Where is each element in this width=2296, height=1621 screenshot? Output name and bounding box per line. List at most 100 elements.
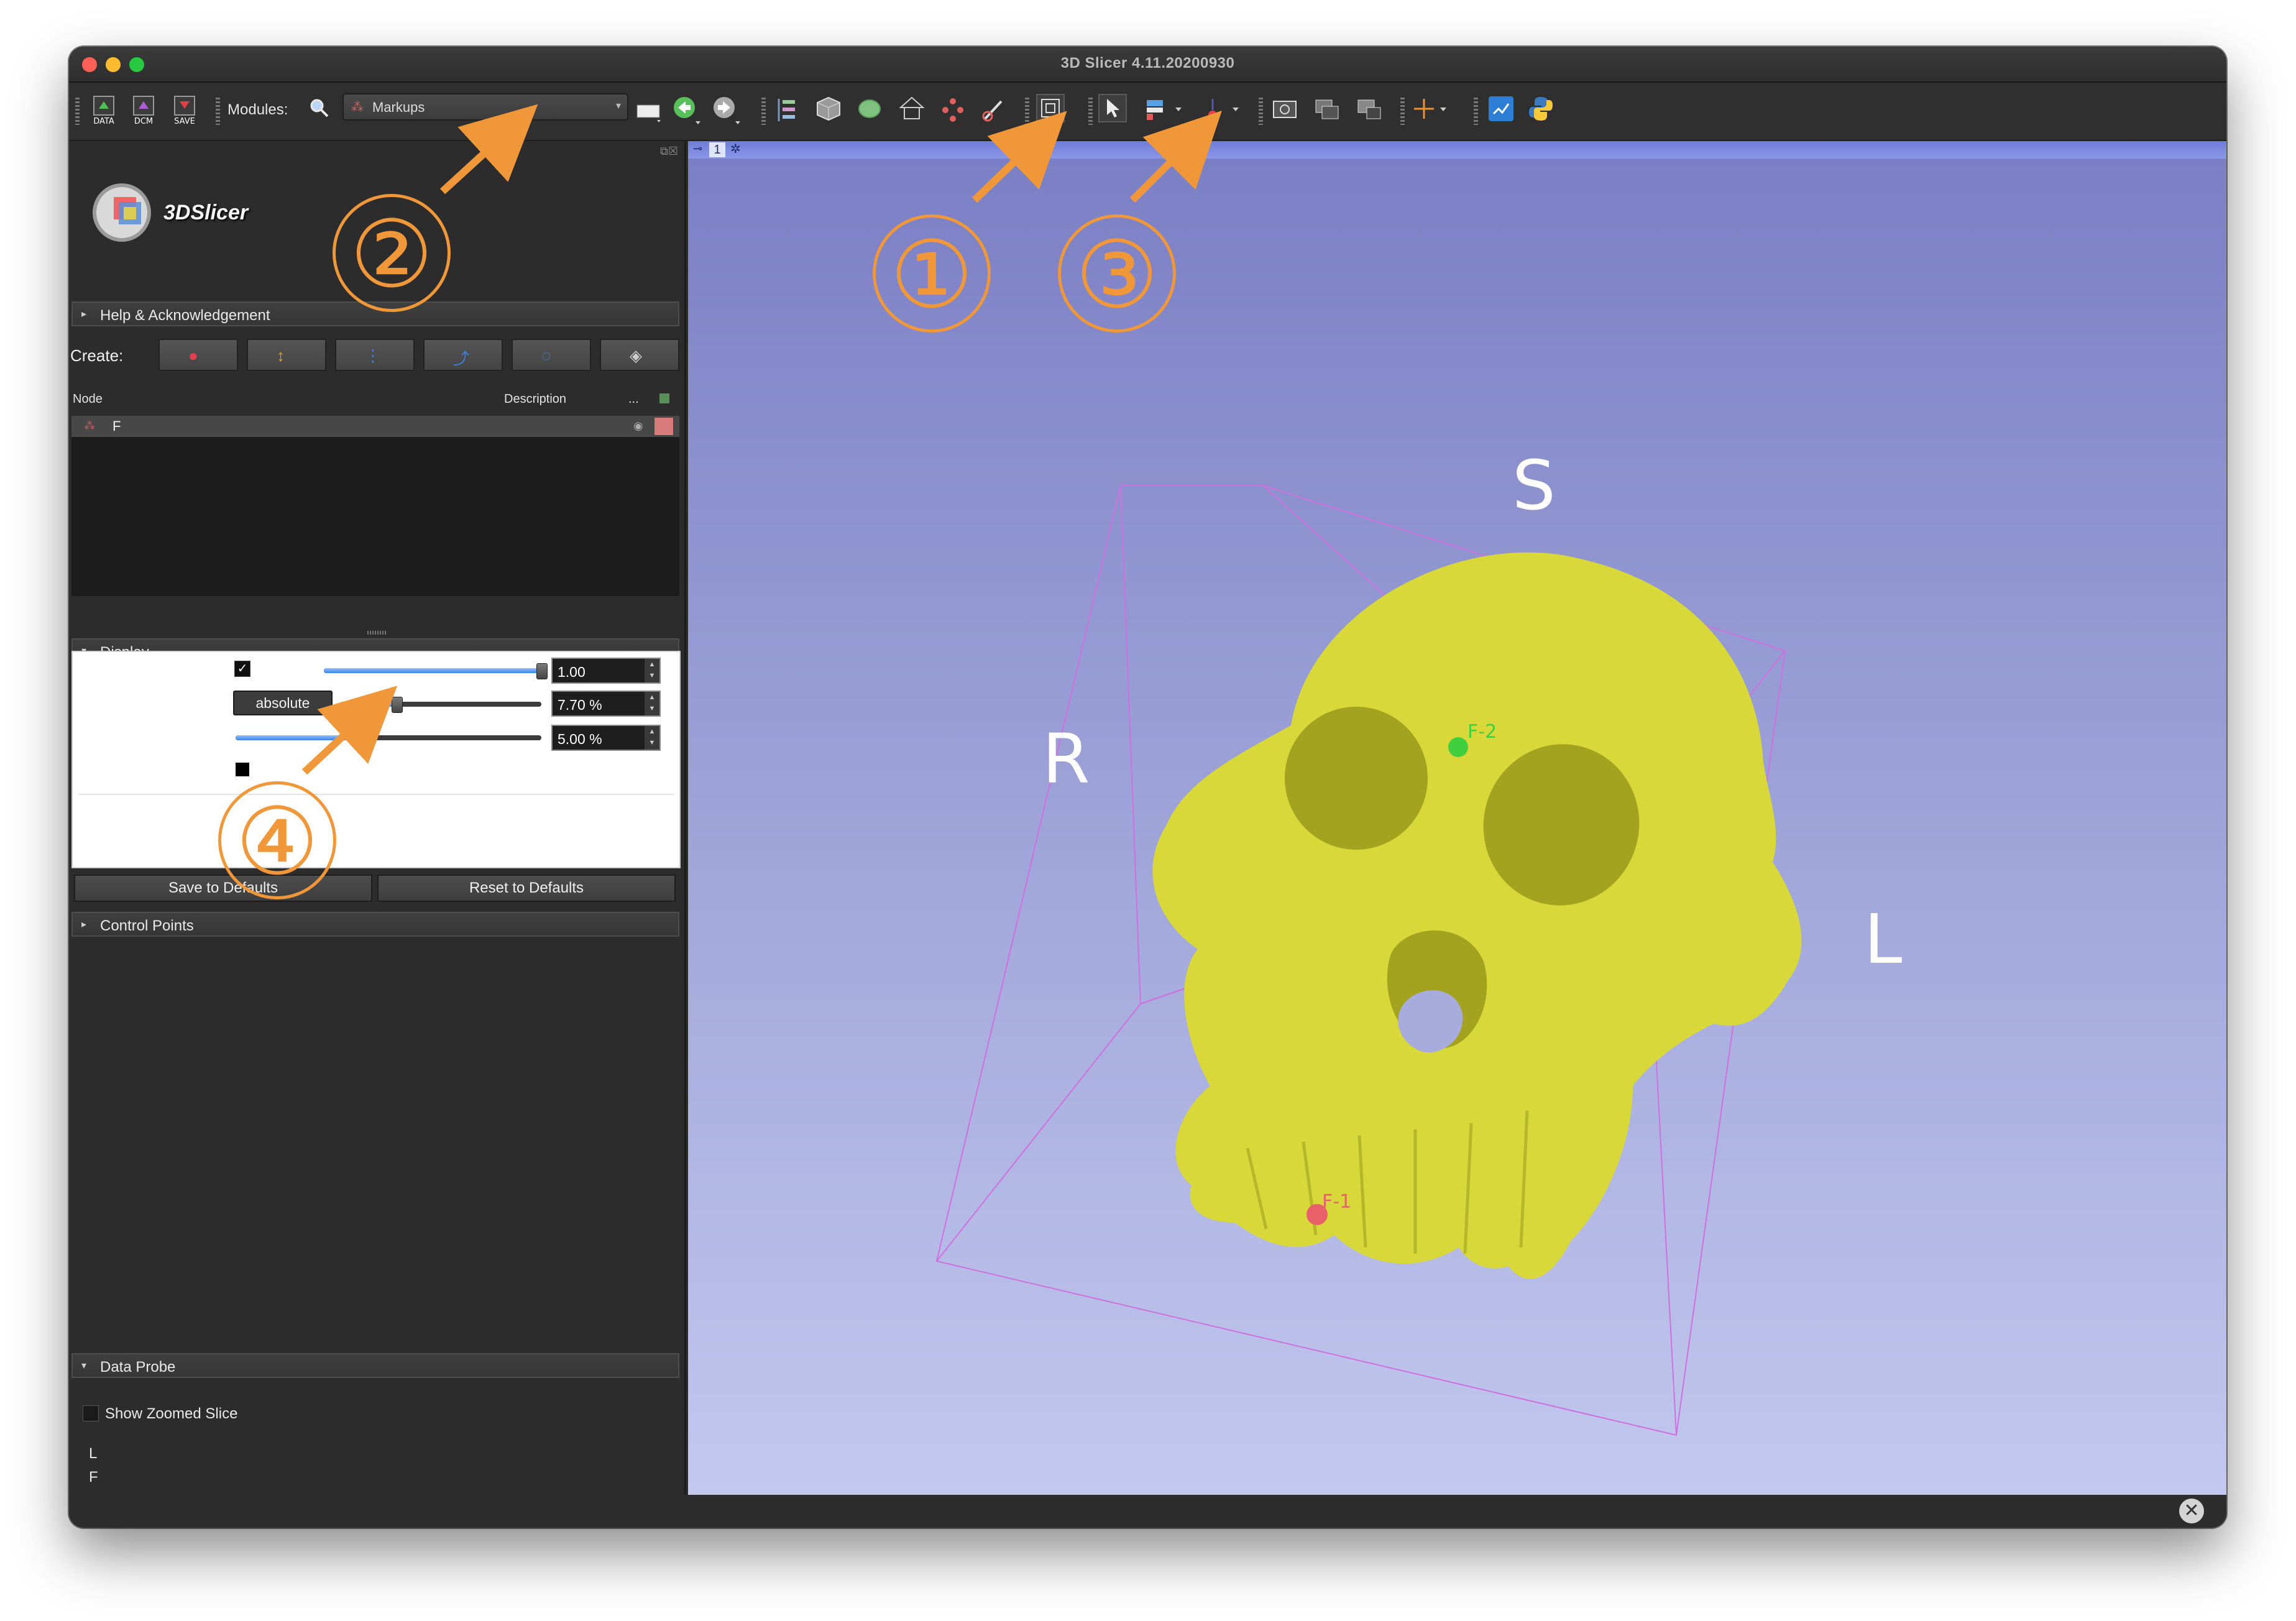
description-column-header[interactable]: Description (504, 392, 566, 406)
scale-mode-button[interactable]: absolute (233, 691, 333, 715)
glyph-scale-spinbox[interactable]: 7.70 % ▲ ▼ (551, 691, 661, 717)
save-icon[interactable]: SAVE (170, 94, 200, 129)
right-orientation-label: R (1042, 719, 1090, 799)
fiducial-place-mode-icon[interactable] (1144, 96, 1185, 127)
forward-arrow-icon[interactable] (712, 95, 743, 129)
visibility-eye-icon[interactable]: ◉ (633, 420, 643, 433)
left-orientation-label: L (1864, 899, 1903, 979)
markups-icon: ⁂ (351, 101, 364, 114)
line-icon: ↕ (277, 346, 285, 365)
opacity-slider-handle[interactable] (536, 663, 548, 679)
layout-icon[interactable] (636, 99, 663, 127)
fiducial-icon: ● (188, 346, 198, 365)
probe-line-l: L (89, 1445, 98, 1462)
data-probe-label: Data Probe (100, 1359, 176, 1375)
module-selector[interactable]: ⁂ Markups ▾ (342, 93, 628, 121)
create-curve-button[interactable]: ⤴ (423, 339, 503, 371)
error-log-close-icon[interactable]: ✕ (2179, 1499, 2204, 1523)
markups-toolbar-icon[interactable] (939, 96, 967, 127)
create-line-button[interactable]: ↕ (247, 339, 326, 371)
mouse-pointer-icon[interactable] (1098, 94, 1127, 122)
scene-view-icon[interactable] (1313, 95, 1341, 126)
capture-scene-icon[interactable] (1356, 95, 1383, 126)
more-column-header[interactable]: ... (628, 392, 639, 406)
volumes-cube-icon[interactable] (815, 95, 842, 126)
window-title: 3D Slicer 4.11.20200930 (1060, 55, 1235, 71)
data-icon[interactable]: DATA (89, 94, 119, 129)
superior-orientation-label: S (1512, 446, 1556, 525)
editor-icon[interactable] (980, 96, 1008, 127)
spin-arrows-icon[interactable]: ▲ ▼ (645, 692, 659, 715)
callout-2: ② (333, 194, 451, 312)
control-points-label: Control Points (100, 917, 194, 934)
skull-model (1152, 552, 1802, 1279)
node-color-swatch[interactable] (654, 418, 673, 435)
toolbar-grip[interactable] (75, 98, 80, 125)
create-label: Create: (70, 346, 124, 365)
opacity-value: 1.00 (558, 664, 585, 680)
fiducial-f1-label: F-1 (1322, 1191, 1351, 1213)
reset-view-icon[interactable] (1036, 94, 1065, 122)
collapse-arrow-icon: ▾ (81, 1361, 87, 1371)
closed-curve-icon: ◌ (541, 346, 551, 365)
transforms-icon[interactable] (898, 95, 925, 126)
visibility-checkbox[interactable]: ✓ (234, 661, 250, 677)
control-points-section-header[interactable]: ▸ Control Points (71, 912, 679, 937)
save-to-defaults-button[interactable]: Save to Defaults (74, 875, 372, 902)
toolbar-grip[interactable] (1025, 98, 1029, 125)
glyph-scale-slider-handle[interactable] (392, 697, 403, 713)
fiducial-node-icon: ⁂ (84, 420, 95, 432)
opacity-spinbox[interactable]: 1.00 ▲ ▼ (551, 658, 661, 684)
text-scale-value: 5.00 % (558, 731, 602, 747)
callout-1: ① (873, 214, 991, 333)
color-selector-swatch[interactable] (236, 763, 249, 776)
models-brain-icon[interactable] (856, 95, 883, 126)
angle-icon: ⋮ (365, 346, 381, 365)
status-bar: ✕ (69, 1495, 2226, 1528)
chevron-down-icon: ▾ (615, 101, 621, 111)
spin-arrows-icon[interactable]: ▲ ▼ (645, 659, 659, 682)
node-name: F (113, 418, 121, 434)
crosshair-icon[interactable] (1412, 96, 1453, 127)
text-scale-slider-handle[interactable] (359, 730, 370, 746)
toolbar-grip[interactable] (1088, 98, 1093, 125)
extension-manager-icon[interactable] (1487, 95, 1515, 126)
callout-3: ③ (1058, 214, 1176, 333)
data-probe-section-header[interactable]: ▾ Data Probe (71, 1353, 679, 1378)
toolbar-grip[interactable] (216, 98, 220, 125)
data-tree-icon[interactable] (774, 96, 799, 127)
toolbar-grip[interactable] (1259, 98, 1263, 125)
toolbar-grip[interactable] (761, 98, 766, 125)
show-zoomed-slice-label: Show Zoomed Slice (105, 1405, 238, 1422)
show-zoomed-slice-checkbox[interactable] (83, 1405, 99, 1421)
back-arrow-icon[interactable] (672, 95, 703, 129)
toolbar-grip[interactable] (1400, 98, 1405, 125)
help-section-label: Help & Acknowledgement (100, 307, 270, 324)
node-column-header[interactable]: Node (73, 392, 103, 406)
panel-float-close-icons[interactable]: ⧉☒ (660, 145, 678, 158)
screenshot-icon[interactable] (1271, 95, 1298, 126)
slicer-logo-icon (88, 178, 156, 250)
color-column-icon (659, 393, 669, 403)
toolbar-grip[interactable] (1474, 98, 1478, 125)
markups-node-list[interactable]: ⁂ F ◉ (71, 416, 679, 596)
spin-arrows-icon[interactable]: ▲ ▼ (645, 726, 659, 750)
create-closed-curve-button[interactable]: ◌ (512, 339, 591, 371)
reset-to-defaults-button[interactable]: Reset to Defaults (377, 875, 676, 902)
3d-view[interactable]: ⊸ 1 ✲ F-2 F-1 S R L (688, 141, 2226, 1495)
main-toolbar: DATA DCM SAVE Modules: ⁂ Markups ▾ (69, 83, 2226, 141)
expand-arrow-icon: ▸ (81, 919, 87, 930)
save-label: SAVE (174, 117, 195, 126)
dcm-icon[interactable]: DCM (129, 94, 158, 129)
create-angle-button[interactable]: ⋮ (335, 339, 415, 371)
python-console-icon[interactable] (1527, 95, 1554, 126)
create-plane-button[interactable]: ◈ (600, 339, 679, 371)
table-row[interactable]: ⁂ F ◉ (71, 416, 679, 437)
text-scale-spinbox[interactable]: 5.00 % ▲ ▼ (551, 725, 661, 751)
create-fiducial-button[interactable]: ● (158, 339, 238, 371)
splitter-handle[interactable] (367, 631, 386, 635)
search-icon[interactable] (309, 98, 330, 122)
place-fiducial-icon[interactable] (1204, 96, 1245, 127)
3d-scene[interactable]: F-2 F-1 (688, 141, 2226, 1495)
expand-arrow-icon: ▸ (81, 309, 87, 319)
